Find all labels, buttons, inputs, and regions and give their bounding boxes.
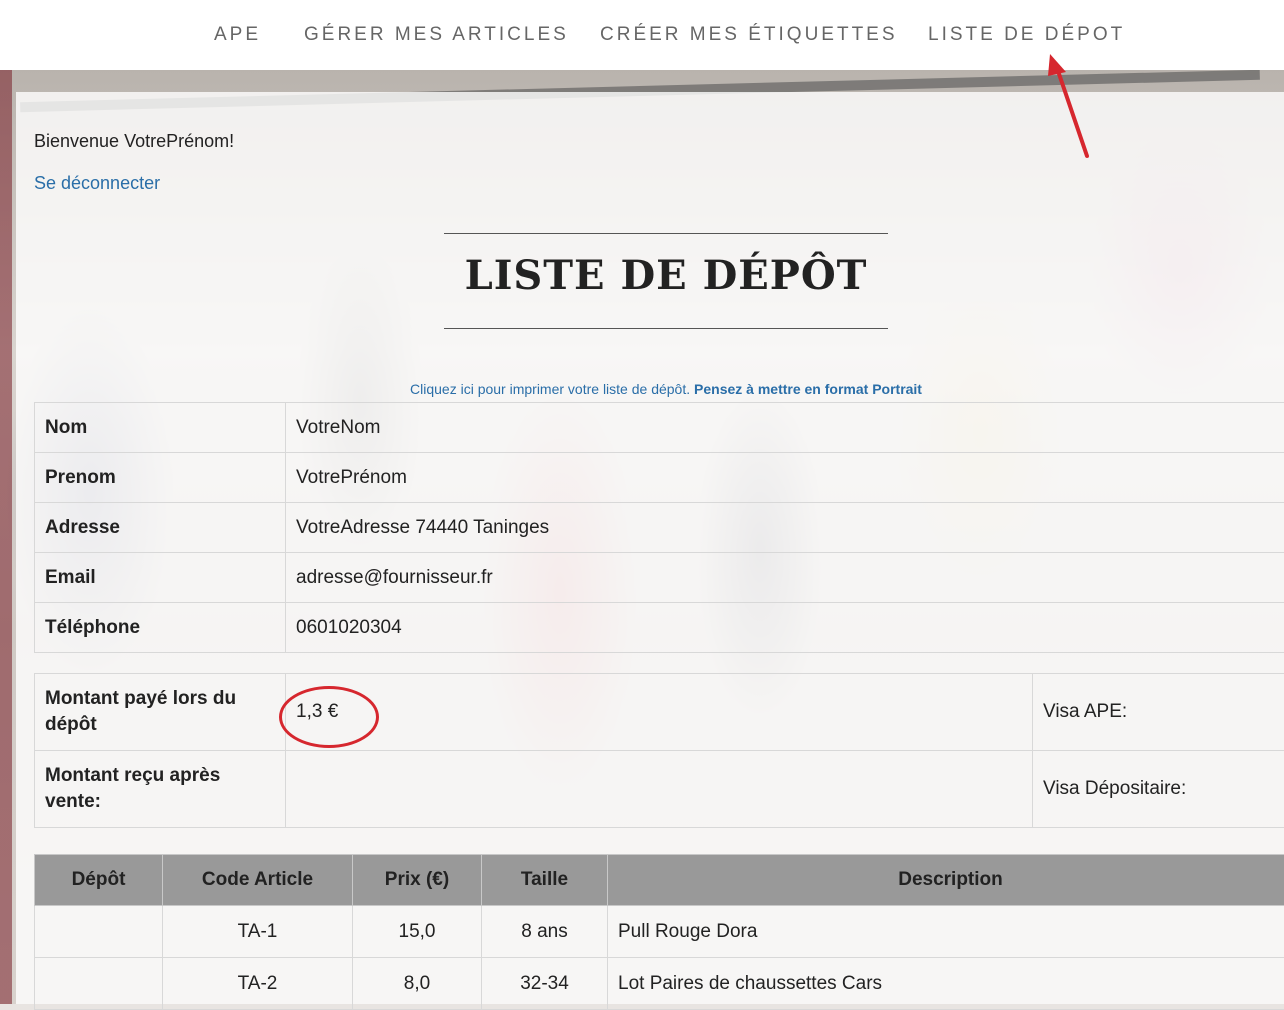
page-title: LISTE DE DÉPÔT [444, 252, 888, 299]
info-label: Prenom [35, 453, 286, 503]
paid-amount-value: 1,3 € [286, 674, 1033, 751]
welcome-message: Bienvenue VotrePrénom! [34, 131, 234, 152]
table-row: Téléphone 0601020304 [35, 603, 1284, 653]
cell-depot [35, 906, 163, 958]
cell-taille: 32-34 [482, 958, 608, 1010]
cell-description: Lot Paires de chaussettes Cars [608, 958, 1284, 1010]
info-label: Email [35, 553, 286, 603]
table-header-row: Dépôt Code Article Prix (€) Taille Descr… [35, 855, 1284, 906]
info-value: 0601020304 [286, 603, 1284, 653]
received-amount-label: Montant reçu après vente: [35, 751, 286, 828]
paid-amount-label: Montant payé lors du dépôt [35, 674, 286, 751]
column-header-taille: Taille [482, 855, 608, 906]
info-label: Nom [35, 403, 286, 453]
table-row: TA-1 15,0 8 ans Pull Rouge Dora [35, 906, 1284, 958]
table-row: TA-2 8,0 32-34 Lot Paires de chaussettes… [35, 958, 1284, 1010]
top-navigation: APE GÉRER MES ARTICLES CRÉER MES ÉTIQUET… [0, 0, 1284, 70]
annotation-circle [279, 686, 379, 748]
visa-depositaire-label: Visa Dépositaire: [1033, 751, 1284, 828]
info-value: VotreNom [286, 403, 1284, 453]
cell-prix: 8,0 [353, 958, 482, 1010]
cell-code: TA-2 [163, 958, 353, 1010]
cell-code: TA-1 [163, 906, 353, 958]
nav-item-creer-etiquettes[interactable]: CRÉER MES ÉTIQUETTES [600, 24, 898, 46]
received-amount-value [286, 751, 1033, 828]
cell-taille: 8 ans [482, 906, 608, 958]
info-value: VotreAdresse 74440 Taninges [286, 503, 1284, 553]
table-row: Montant reçu après vente: Visa Dépositai… [35, 751, 1284, 828]
nav-item-gerer-articles[interactable]: GÉRER MES ARTICLES [304, 24, 569, 46]
visa-ape-label: Visa APE: [1033, 674, 1284, 751]
nav-item-liste-depot[interactable]: LISTE DE DÉPOT [928, 24, 1125, 46]
info-value: VotrePrénom [286, 453, 1284, 503]
table-row: Prenom VotrePrénom [35, 453, 1284, 503]
column-header-prix: Prix (€) [353, 855, 482, 906]
table-row: Email adresse@fournisseur.fr [35, 553, 1284, 603]
cell-prix: 15,0 [353, 906, 482, 958]
info-value: adresse@fournisseur.fr [286, 553, 1284, 603]
column-header-description: Description [608, 855, 1284, 906]
print-instructions: Cliquez ici pour imprimer votre liste de… [0, 381, 1284, 397]
column-header-depot: Dépôt [35, 855, 163, 906]
payment-table: Montant payé lors du dépôt 1,3 € Visa AP… [34, 673, 1284, 828]
depositor-info-table: Nom VotreNom Prenom VotrePrénom Adresse … [34, 402, 1284, 653]
logout-link[interactable]: Se déconnecter [34, 173, 160, 194]
table-row: Adresse VotreAdresse 74440 Taninges [35, 503, 1284, 553]
column-header-code: Code Article [163, 855, 353, 906]
title-rule-bottom [444, 328, 888, 329]
info-label: Adresse [35, 503, 286, 553]
cell-depot [35, 958, 163, 1010]
items-table: Dépôt Code Article Prix (€) Taille Descr… [34, 854, 1284, 1010]
print-link[interactable]: Cliquez ici pour imprimer votre liste de… [410, 381, 690, 397]
cell-description: Pull Rouge Dora [608, 906, 1284, 958]
title-rule-top [444, 233, 888, 234]
print-format-hint[interactable]: Pensez à mettre en format Portrait [694, 381, 922, 397]
table-row: Montant payé lors du dépôt 1,3 € Visa AP… [35, 674, 1284, 751]
table-row: Nom VotreNom [35, 403, 1284, 453]
nav-item-ape[interactable]: APE [214, 24, 261, 46]
info-label: Téléphone [35, 603, 286, 653]
